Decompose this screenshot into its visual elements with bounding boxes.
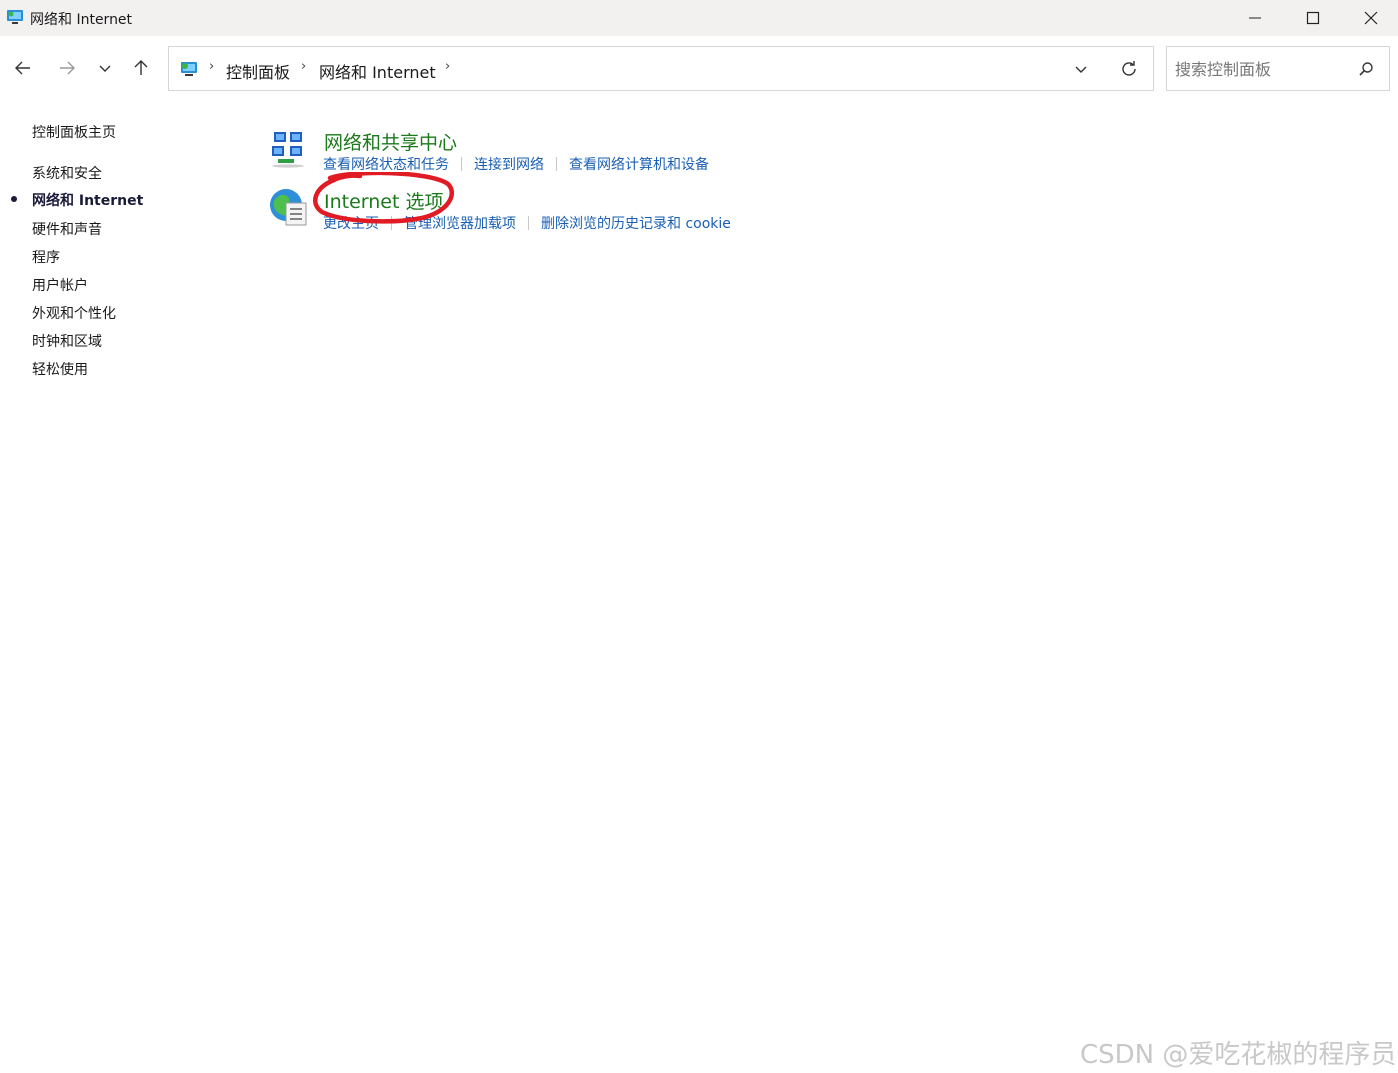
chevron-down-icon [99, 65, 111, 72]
breadcrumb-network-internet[interactable]: 网络和 Internet [319, 59, 436, 83]
category-links: 更改主页 管理浏览器加载项 删除浏览的历史记录和 cookie [323, 213, 731, 233]
back-button[interactable] [8, 46, 38, 90]
sidebar-item-programs[interactable]: 程序 [32, 247, 60, 267]
control-panel-icon [181, 62, 197, 76]
sidebar-item-appearance[interactable]: 外观和个性化 [32, 303, 116, 323]
link-view-network-status[interactable]: 查看网络状态和任务 [323, 157, 449, 173]
window-title: 网络和 Internet [30, 12, 133, 28]
search-box[interactable] [1166, 46, 1390, 91]
category-links: 查看网络状态和任务 连接到网络 查看网络计算机和设备 [323, 154, 709, 174]
close-button[interactable] [1342, 0, 1398, 36]
link-delete-history[interactable]: 删除浏览的历史记录和 cookie [541, 216, 731, 232]
category-title[interactable]: Internet 选项 [324, 187, 443, 214]
link-change-homepage[interactable]: 更改主页 [323, 216, 379, 232]
network-sharing-icon [272, 132, 304, 168]
address-bar[interactable]: › 控制面板 › 网络和 Internet › [168, 46, 1154, 91]
breadcrumb-separator[interactable]: › [209, 59, 214, 74]
sidebar-item-user-accounts[interactable]: 用户帐户 [32, 275, 88, 295]
active-bullet [11, 196, 17, 202]
sidebar-item-network-internet[interactable]: 网络和 Internet [32, 190, 143, 210]
arrow-up-icon [134, 60, 148, 75]
control-panel-icon [7, 10, 23, 24]
sidebar-item-system-security[interactable]: 系统和安全 [32, 163, 102, 183]
maximize-button[interactable] [1284, 0, 1342, 36]
up-button[interactable] [126, 46, 156, 90]
minimize-icon [1249, 17, 1261, 19]
link-divider [461, 157, 462, 171]
search-icon[interactable] [1357, 60, 1375, 78]
sidebar-item-clock-region[interactable]: 时钟和区域 [32, 331, 102, 351]
link-divider [556, 157, 557, 171]
forward-button[interactable] [52, 46, 82, 90]
sidebar-item-home[interactable]: 控制面板主页 [32, 122, 116, 142]
internet-options-icon [270, 189, 307, 226]
breadcrumb-control-panel[interactable]: 控制面板 [226, 59, 290, 83]
link-connect-to-network[interactable]: 连接到网络 [474, 157, 544, 173]
search-input[interactable] [1175, 57, 1345, 81]
link-view-network-computers[interactable]: 查看网络计算机和设备 [569, 157, 709, 173]
arrow-right-icon [60, 61, 75, 75]
minimize-button[interactable] [1226, 0, 1284, 36]
link-divider [391, 216, 392, 230]
sidebar-item-hardware-sound[interactable]: 硬件和声音 [32, 219, 102, 239]
refresh-icon[interactable] [1119, 59, 1139, 79]
watermark: CSDN @爱吃花椒的程序员 [1080, 1040, 1397, 1070]
maximize-icon [1306, 11, 1320, 25]
breadcrumb-separator[interactable]: › [445, 59, 450, 74]
category-title[interactable]: 网络和共享中心 [324, 128, 457, 155]
title-bar: 网络和 Internet [0, 0, 1398, 36]
breadcrumb-separator[interactable]: › [301, 59, 306, 74]
sidebar-item-ease-of-access[interactable]: 轻松使用 [32, 359, 88, 379]
chevron-down-icon[interactable] [1071, 59, 1091, 79]
close-icon [1364, 11, 1378, 25]
recent-locations-button[interactable] [90, 46, 120, 90]
link-manage-addons[interactable]: 管理浏览器加载项 [404, 216, 516, 232]
link-divider [528, 216, 529, 230]
arrow-left-icon [15, 61, 30, 75]
